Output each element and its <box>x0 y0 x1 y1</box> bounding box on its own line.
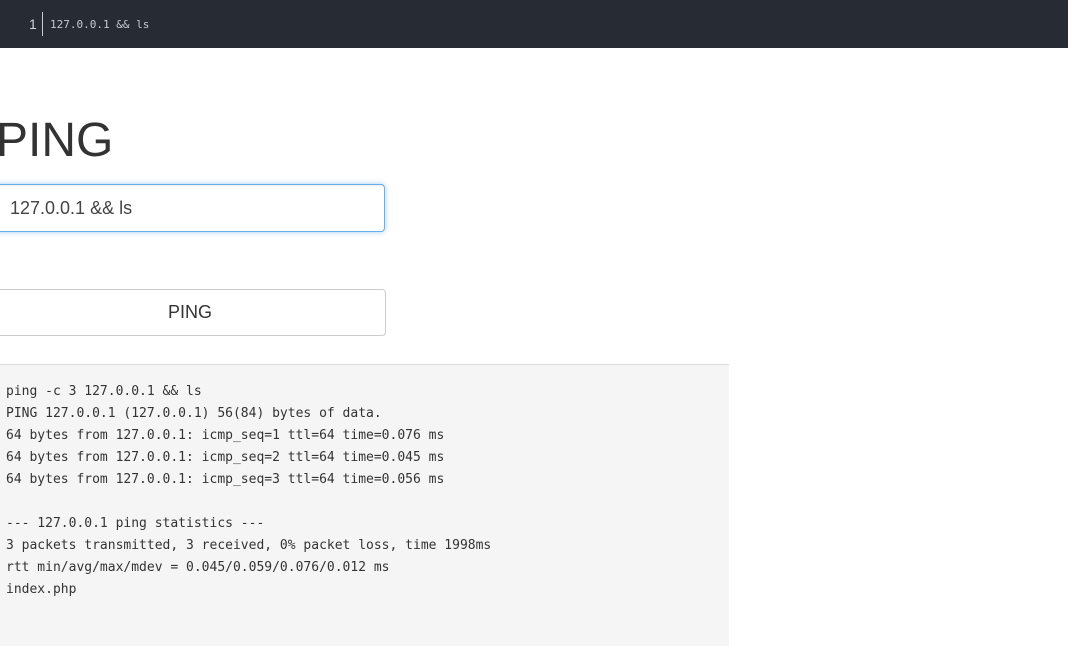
output-line: PING 127.0.0.1 (127.0.0.1) 56(84) bytes … <box>6 406 382 421</box>
page-title: PING <box>0 114 114 167</box>
output-line: 64 bytes from 127.0.0.1: icmp_seq=3 ttl=… <box>6 472 445 487</box>
output-line: --- 127.0.0.1 ping statistics --- <box>6 516 265 531</box>
ping-button[interactable]: PING <box>0 289 386 336</box>
code-line: 127.0.0.1 && ls <box>50 18 150 31</box>
output-line: 64 bytes from 127.0.0.1: icmp_seq=1 ttl=… <box>6 428 445 443</box>
gutter-divider <box>42 12 43 36</box>
code-editor-bar: 1 127.0.0.1 && ls <box>0 0 1068 48</box>
ip-address-input[interactable] <box>0 184 385 232</box>
line-number: 1 <box>29 16 37 32</box>
output-line: ping -c 3 127.0.0.1 && ls <box>6 384 202 399</box>
output-line: rtt min/avg/max/mdev = 0.045/0.059/0.076… <box>6 560 390 575</box>
output-line: 3 packets transmitted, 3 received, 0% pa… <box>6 538 492 553</box>
command-output: ping -c 3 127.0.0.1 && ls PING 127.0.0.1 … <box>0 364 729 646</box>
output-line: index.php <box>6 582 77 597</box>
output-line: 64 bytes from 127.0.0.1: icmp_seq=2 ttl=… <box>6 450 445 465</box>
